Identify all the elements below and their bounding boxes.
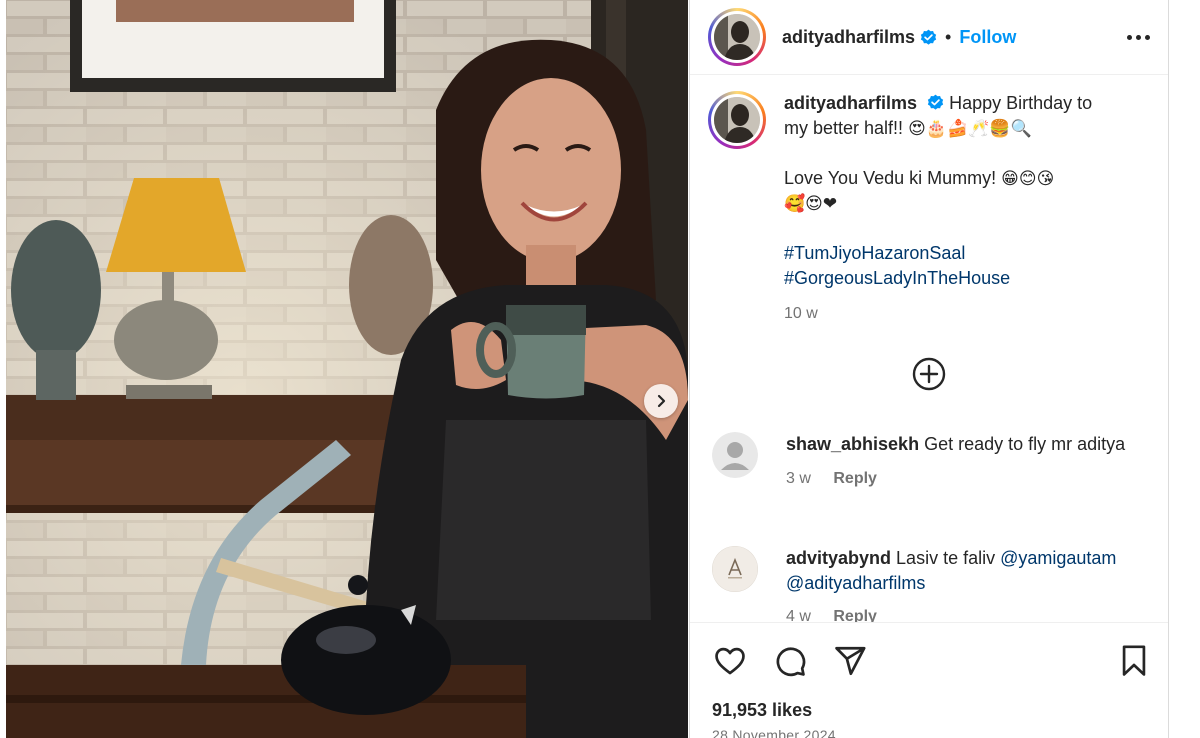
post-image (6, 0, 688, 738)
hashtag-link[interactable]: #GorgeousLadyInTheHouse (784, 268, 1010, 288)
reply-button[interactable]: Reply (833, 470, 877, 487)
comment-text: Lasiv te faliv (896, 548, 996, 568)
chevron-right-icon (657, 394, 666, 408)
story-ring[interactable] (708, 8, 766, 66)
mention-link[interactable]: @adityadharfilms (786, 573, 925, 593)
caption-line3: Love You Vedu ki Mummy! (784, 167, 997, 188)
follow-button[interactable]: Follow (959, 27, 1016, 48)
save-button[interactable] (1116, 643, 1152, 679)
caption-line1: Happy Birthday to (949, 93, 1093, 113)
caption-text: adityadharfilms Happy Birthday to my bet… (784, 91, 1150, 327)
comment-meta: 3 w Reply (786, 467, 1146, 492)
caption-timestamp[interactable]: 10 w (784, 302, 1150, 327)
hashtag-link[interactable]: #TumJiyoHazaronSaal (784, 243, 965, 263)
post-date: 28 November 2024 (712, 727, 836, 738)
more-options-icon[interactable] (1127, 34, 1150, 40)
caption-avatar-ring[interactable] (708, 91, 766, 149)
paper-plane-icon (835, 646, 866, 676)
bookmark-icon (1122, 645, 1146, 676)
caption-line4-emoji: 🥰😍❤ (784, 194, 838, 214)
load-more-comments-button[interactable] (912, 357, 946, 391)
avatar (714, 97, 760, 143)
comment-username[interactable]: shaw_abhisekh (786, 434, 919, 454)
like-button[interactable] (712, 643, 748, 679)
comment-item: advityabynd Lasiv te faliv @yamigautam @… (712, 546, 1152, 630)
post-side-panel: adityadharfilms • Follow adityadharfilms… (689, 0, 1169, 738)
post-photo[interactable] (6, 0, 688, 738)
header-separator: • (945, 26, 952, 47)
avatar[interactable] (712, 546, 758, 592)
caption-line2: my better half!! (784, 117, 904, 138)
caption: adityadharfilms Happy Birthday to my bet… (690, 75, 1168, 327)
caption-line3-emoji: 😁😊😘 (1001, 168, 1055, 189)
post-header: adityadharfilms • Follow (690, 0, 1168, 75)
comment-item: shaw_abhisekh Get ready to fly mr aditya… (712, 432, 1152, 491)
verified-badge-icon (927, 94, 944, 110)
comment-button[interactable] (772, 643, 808, 679)
carousel-next-button[interactable] (644, 384, 678, 418)
add-circle-icon (912, 357, 946, 391)
comment-body: advityabynd Lasiv te faliv @yamigautam @… (786, 546, 1146, 630)
post-actions: 91,953 likes 28 November 2024 (690, 622, 1168, 738)
caption-line2-emoji: 😍🎂🍰🥂🍔🔍 (908, 118, 1032, 139)
caption-username[interactable]: adityadharfilms (784, 93, 917, 113)
mention-link[interactable]: @yamigautam (1000, 548, 1116, 568)
comment-bubble-icon (776, 647, 806, 677)
comment-username[interactable]: advityabynd (786, 548, 891, 568)
verified-badge-icon (920, 29, 937, 45)
comment-body: shaw_abhisekh Get ready to fly mr aditya… (786, 432, 1146, 491)
avatar[interactable] (712, 432, 758, 478)
comment-text: Get ready to fly mr aditya (924, 434, 1126, 454)
comment-timestamp[interactable]: 3 w (786, 470, 811, 487)
share-button[interactable] (832, 643, 868, 679)
heart-icon (715, 647, 745, 675)
page-background (1170, 0, 1200, 738)
avatar (714, 14, 760, 60)
likes-count[interactable]: 91,953 likes (712, 700, 812, 721)
header-username[interactable]: adityadharfilms (782, 27, 915, 48)
